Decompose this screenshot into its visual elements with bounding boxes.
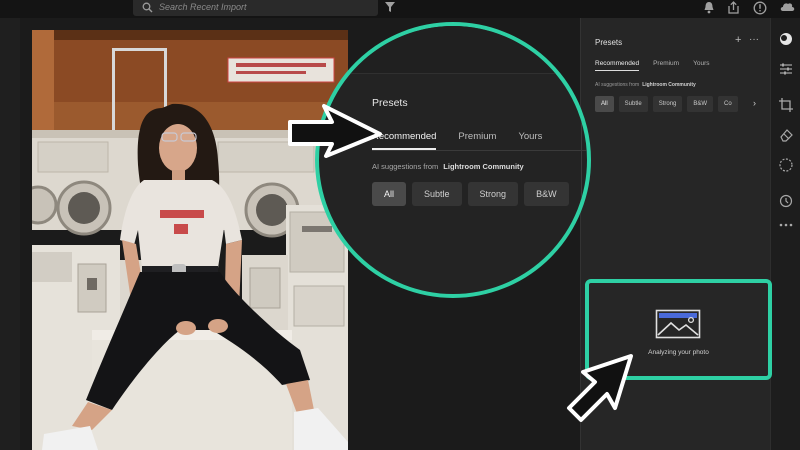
zoom-header-band bbox=[319, 26, 587, 74]
top-bar: Search Recent Import bbox=[0, 0, 800, 18]
zoom-chip-subtle[interactable]: Subtle bbox=[412, 182, 462, 206]
zoom-chip-strong[interactable]: Strong bbox=[467, 182, 519, 206]
zoom-tabs-underline bbox=[372, 150, 587, 151]
ai-source: Lightroom Community bbox=[642, 82, 696, 88]
share-icon[interactable] bbox=[727, 1, 740, 15]
add-preset-button[interactable]: + bbox=[735, 34, 741, 46]
zoom-filter-chips: All Subtle Strong B&W bbox=[372, 182, 569, 206]
filter-icon[interactable] bbox=[385, 1, 395, 13]
chevron-right-icon[interactable]: › bbox=[753, 98, 756, 108]
chip-color[interactable]: Co bbox=[718, 96, 738, 112]
zoom-divider bbox=[581, 26, 582, 294]
chip-bw[interactable]: B&W bbox=[687, 96, 714, 112]
bell-icon[interactable] bbox=[703, 1, 715, 14]
zoom-tabs: Recommended Premium Yours bbox=[372, 131, 542, 150]
panel-title: Presets bbox=[595, 38, 623, 47]
presets-icon[interactable] bbox=[779, 32, 793, 46]
panel-tabs: Recommended Premium Yours bbox=[595, 60, 709, 71]
tab-premium[interactable]: Premium bbox=[653, 60, 679, 71]
preset-filter-chips: All Subtle Strong B&W Co bbox=[595, 96, 749, 114]
chip-strong[interactable]: Strong bbox=[652, 96, 683, 112]
chip-subtle[interactable]: Subtle bbox=[618, 96, 648, 112]
panel-more-button[interactable]: ··· bbox=[749, 34, 759, 45]
zoom-tab-yours[interactable]: Yours bbox=[518, 131, 542, 150]
chip-all[interactable]: All bbox=[595, 96, 614, 112]
more-icon[interactable] bbox=[779, 222, 793, 228]
zoom-tab-premium[interactable]: Premium bbox=[458, 131, 496, 150]
search-field[interactable]: Search Recent Import bbox=[133, 0, 378, 16]
ai-suggestions-label: AI suggestions from Lightroom Community bbox=[595, 82, 696, 88]
photo-canvas[interactable] bbox=[32, 30, 348, 450]
photo-image bbox=[32, 30, 348, 450]
cursor-icon bbox=[288, 104, 382, 158]
cursor-icon bbox=[567, 354, 633, 422]
tool-rail bbox=[770, 18, 800, 450]
help-icon[interactable] bbox=[753, 1, 767, 15]
eraser-icon[interactable] bbox=[779, 128, 793, 142]
zoom-ai-prefix: AI suggestions from bbox=[372, 162, 439, 171]
search-icon bbox=[142, 2, 153, 13]
tab-recommended[interactable]: Recommended bbox=[595, 60, 640, 71]
zoom-chip-all[interactable]: All bbox=[372, 182, 407, 206]
image-icon bbox=[655, 309, 701, 339]
cloud-icon[interactable] bbox=[779, 1, 795, 13]
zoom-ai-suggestions-label: AI suggestions from Lightroom Community bbox=[372, 162, 524, 171]
ai-prefix: AI suggestions from bbox=[595, 82, 640, 88]
zoom-magnifier: Presets Recommended Premium Yours AI sug… bbox=[315, 22, 591, 298]
zoom-chip-bw[interactable]: B&W bbox=[524, 182, 569, 206]
tab-yours[interactable]: Yours bbox=[693, 60, 709, 71]
zoom-ai-source: Lightroom Community bbox=[443, 162, 524, 171]
sliders-icon[interactable] bbox=[779, 62, 793, 76]
masking-icon[interactable] bbox=[779, 158, 793, 172]
search-placeholder: Search Recent Import bbox=[159, 2, 247, 12]
filmstrip-edge bbox=[0, 18, 20, 450]
crop-icon[interactable] bbox=[779, 98, 793, 112]
history-icon[interactable] bbox=[779, 194, 793, 208]
